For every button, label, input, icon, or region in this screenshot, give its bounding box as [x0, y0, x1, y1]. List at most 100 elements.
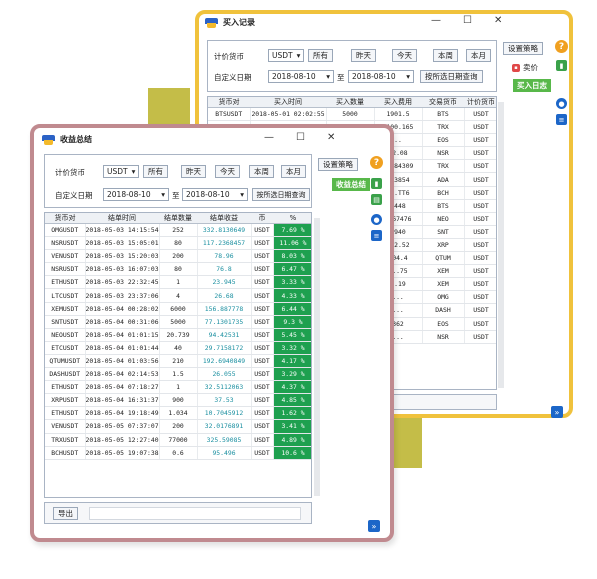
column-header[interactable]: 买入费用 [374, 97, 422, 108]
chart-icon[interactable]: ▮ [556, 60, 567, 71]
all-button[interactable]: 所有 [308, 49, 333, 62]
table-cell: ETHUSDT [45, 380, 86, 395]
column-header[interactable]: 结单数量 [159, 213, 197, 224]
table-cell: USDT [464, 159, 496, 174]
yesterday-button[interactable]: 昨天 [351, 49, 376, 62]
table-cell: NSR [422, 146, 465, 161]
info-icon[interactable]: ● [556, 98, 567, 109]
minimize-icon[interactable]: — [264, 132, 274, 143]
table-cell: 6.44 % [273, 302, 311, 316]
today-button[interactable]: 今天 [392, 49, 417, 62]
vertical-scrollbar[interactable] [498, 102, 504, 388]
table-cell: 2018-05-04 01:01:15 [85, 328, 160, 342]
column-header[interactable]: 币 [251, 213, 273, 224]
date-from-field[interactable]: 2018-08-10 ▾ [103, 188, 169, 201]
table-row[interactable]: QTUMUSDT 2018-05-04 01:03:56 210 192.694084… [45, 354, 311, 369]
query-by-date-button[interactable]: 按所选日期查询 [420, 70, 483, 83]
table-row[interactable]: VENUSDT 2018-05-03 15:20:03 200 78.96 USDT 8.… [45, 249, 311, 264]
table-cell: 5000 [159, 315, 198, 329]
expand-arrow-icon[interactable]: » [551, 406, 563, 418]
date-to-field[interactable]: 2018-08-10 ▾ [182, 188, 248, 201]
currency-select[interactable]: USDT ▾ [268, 49, 304, 62]
column-header[interactable]: 买入时间 [250, 97, 326, 108]
table-row[interactable]: NSRUSDT 2018-05-03 16:07:03 80 76.8 USDT 6.47… [45, 262, 311, 277]
table-row[interactable]: BTSUSDT 2018-05-01 02:02:55 5000 1901.5 BTS U… [208, 107, 496, 122]
this-month-button[interactable]: 本月 [466, 49, 491, 62]
table-cell: 80 [159, 262, 198, 277]
table-cell: 1.5 [159, 367, 198, 382]
table-cell: TRXUSDT [45, 433, 86, 447]
table-cell: USDT [251, 406, 274, 421]
table-row[interactable]: ETHUSDT 2018-05-04 19:18:49 1.034 10.704591… [45, 406, 311, 421]
table-row[interactable]: ETCUSDT 2018-05-04 01:01:44 40 29.7158172 US… [45, 341, 311, 355]
buy-log-tag[interactable]: 买入日志 [513, 79, 551, 92]
window-title-bar: 收益总结 [42, 134, 92, 145]
today-button[interactable]: 今天 [215, 165, 240, 178]
help-icon[interactable]: ? [555, 40, 568, 53]
table-row[interactable]: NSRUSDT 2018-05-03 15:05:01 80 117.2368457 U… [45, 236, 311, 251]
column-header[interactable]: 买入数量 [326, 97, 374, 108]
document-icon[interactable]: ▤ [371, 194, 382, 205]
table-cell: OMGUSDT [45, 223, 86, 238]
table-row[interactable]: BCHUSDT 2018-05-05 19:07:38 0.6 95.496 USDT 1… [45, 446, 311, 460]
table-row[interactable]: XRPUSDT 2018-05-04 16:31:37 900 37.53 USDT 4.… [45, 393, 311, 408]
this-week-button[interactable]: 本周 [433, 49, 458, 62]
all-button[interactable]: 所有 [143, 165, 168, 178]
table-cell: 10.7045912 [197, 406, 252, 421]
table-cell: 200 [159, 419, 198, 434]
date-to-field[interactable]: 2018-08-10 ▾ [348, 70, 414, 83]
chart-icon[interactable]: ▮ [371, 178, 382, 189]
maximize-icon[interactable]: ☐ [296, 132, 305, 143]
currency-select[interactable]: USDT ▾ [103, 165, 139, 178]
yesterday-button[interactable]: 昨天 [181, 165, 206, 178]
query-by-date-button[interactable]: 按所选日期查询 [252, 188, 310, 201]
table-cell: 6.47 % [273, 262, 311, 277]
strategy-button[interactable]: 设置策略 [503, 42, 543, 55]
table-row[interactable]: OMGUSDT 2018-05-03 14:15:54 252 332.8130649… [45, 223, 311, 238]
maximize-icon[interactable]: ☐ [463, 15, 472, 26]
column-header[interactable]: 交易货币 [422, 97, 464, 108]
table-cell: USDT [464, 146, 496, 161]
column-header[interactable]: 货币对 [208, 97, 250, 108]
table-cell: 5.45 % [273, 328, 311, 342]
table-cell: USDT [251, 302, 274, 316]
strategy-button[interactable]: 设置策略 [318, 158, 358, 171]
table-row[interactable]: XEMUSDT 2018-05-04 00:28:02 6000 156.887778… [45, 302, 311, 316]
table-cell: 2018-05-04 01:03:56 [85, 354, 160, 369]
sell-price-item[interactable]: ▪ 卖价 [512, 62, 538, 73]
table-row[interactable]: NEOUSDT 2018-05-04 01:01:15 20.739 94.42531… [45, 328, 311, 342]
minimize-icon[interactable]: — [431, 15, 441, 26]
column-header[interactable]: 结单时间 [85, 213, 159, 224]
table-row[interactable]: TRXUSDT 2018-05-05 12:27:40 77000 325.59085… [45, 433, 311, 447]
table-cell: 2018-05-03 16:07:03 [85, 262, 160, 277]
table-row[interactable]: ETHUSDT 2018-05-03 22:32:45 1 23.945 USDT 3.3… [45, 275, 311, 290]
list-icon[interactable]: ≡ [556, 114, 567, 125]
export-button[interactable]: 导出 [53, 507, 78, 520]
column-header[interactable]: % [273, 213, 311, 224]
info-icon[interactable]: ● [371, 214, 382, 225]
expand-arrow-icon[interactable]: » [368, 520, 380, 532]
app-logo-icon [42, 134, 55, 145]
table-cell: 4.85 % [273, 393, 311, 408]
table-cell: 3.29 % [273, 367, 311, 382]
this-week-button[interactable]: 本周 [249, 165, 274, 178]
table-row[interactable]: LTCUSDT 2018-05-03 23:37:06 4 26.68 USDT 4.33… [45, 288, 311, 303]
column-header[interactable]: 计价货币 [464, 97, 496, 108]
close-icon[interactable]: ✕ [494, 15, 502, 26]
table-row[interactable]: SNTUSDT 2018-05-04 00:31:06 5000 77.1301735… [45, 315, 311, 329]
help-icon[interactable]: ? [370, 156, 383, 169]
table-cell: 10.6 % [273, 446, 311, 460]
table-row[interactable]: DASHUSDT 2018-05-04 02:14:53 1.5 26.055 USDT… [45, 367, 311, 382]
profit-summary-tag[interactable]: 收益总结 [332, 178, 370, 191]
list-icon[interactable]: ≡ [371, 230, 382, 241]
table-row[interactable]: ETHUSDT 2018-05-04 07:18:27 1 32.5112063 USD… [45, 380, 311, 395]
table-cell: BTS [422, 199, 465, 213]
vertical-scrollbar[interactable] [314, 218, 320, 496]
column-header[interactable]: 货币对 [45, 213, 85, 224]
table-row[interactable]: VENUSDT 2018-05-05 07:37:07 200 32.0176891 U… [45, 419, 311, 434]
close-icon[interactable]: ✕ [327, 132, 335, 143]
column-header[interactable]: 结单收益 [197, 213, 251, 224]
this-month-button[interactable]: 本月 [281, 165, 306, 178]
date-from-field[interactable]: 2018-08-10 ▾ [268, 70, 334, 83]
profit-summary-table: 货币对 结单时间 结单数量 结单收益币% OMGUSDT 2018-05-03 14:1… [45, 213, 311, 460]
